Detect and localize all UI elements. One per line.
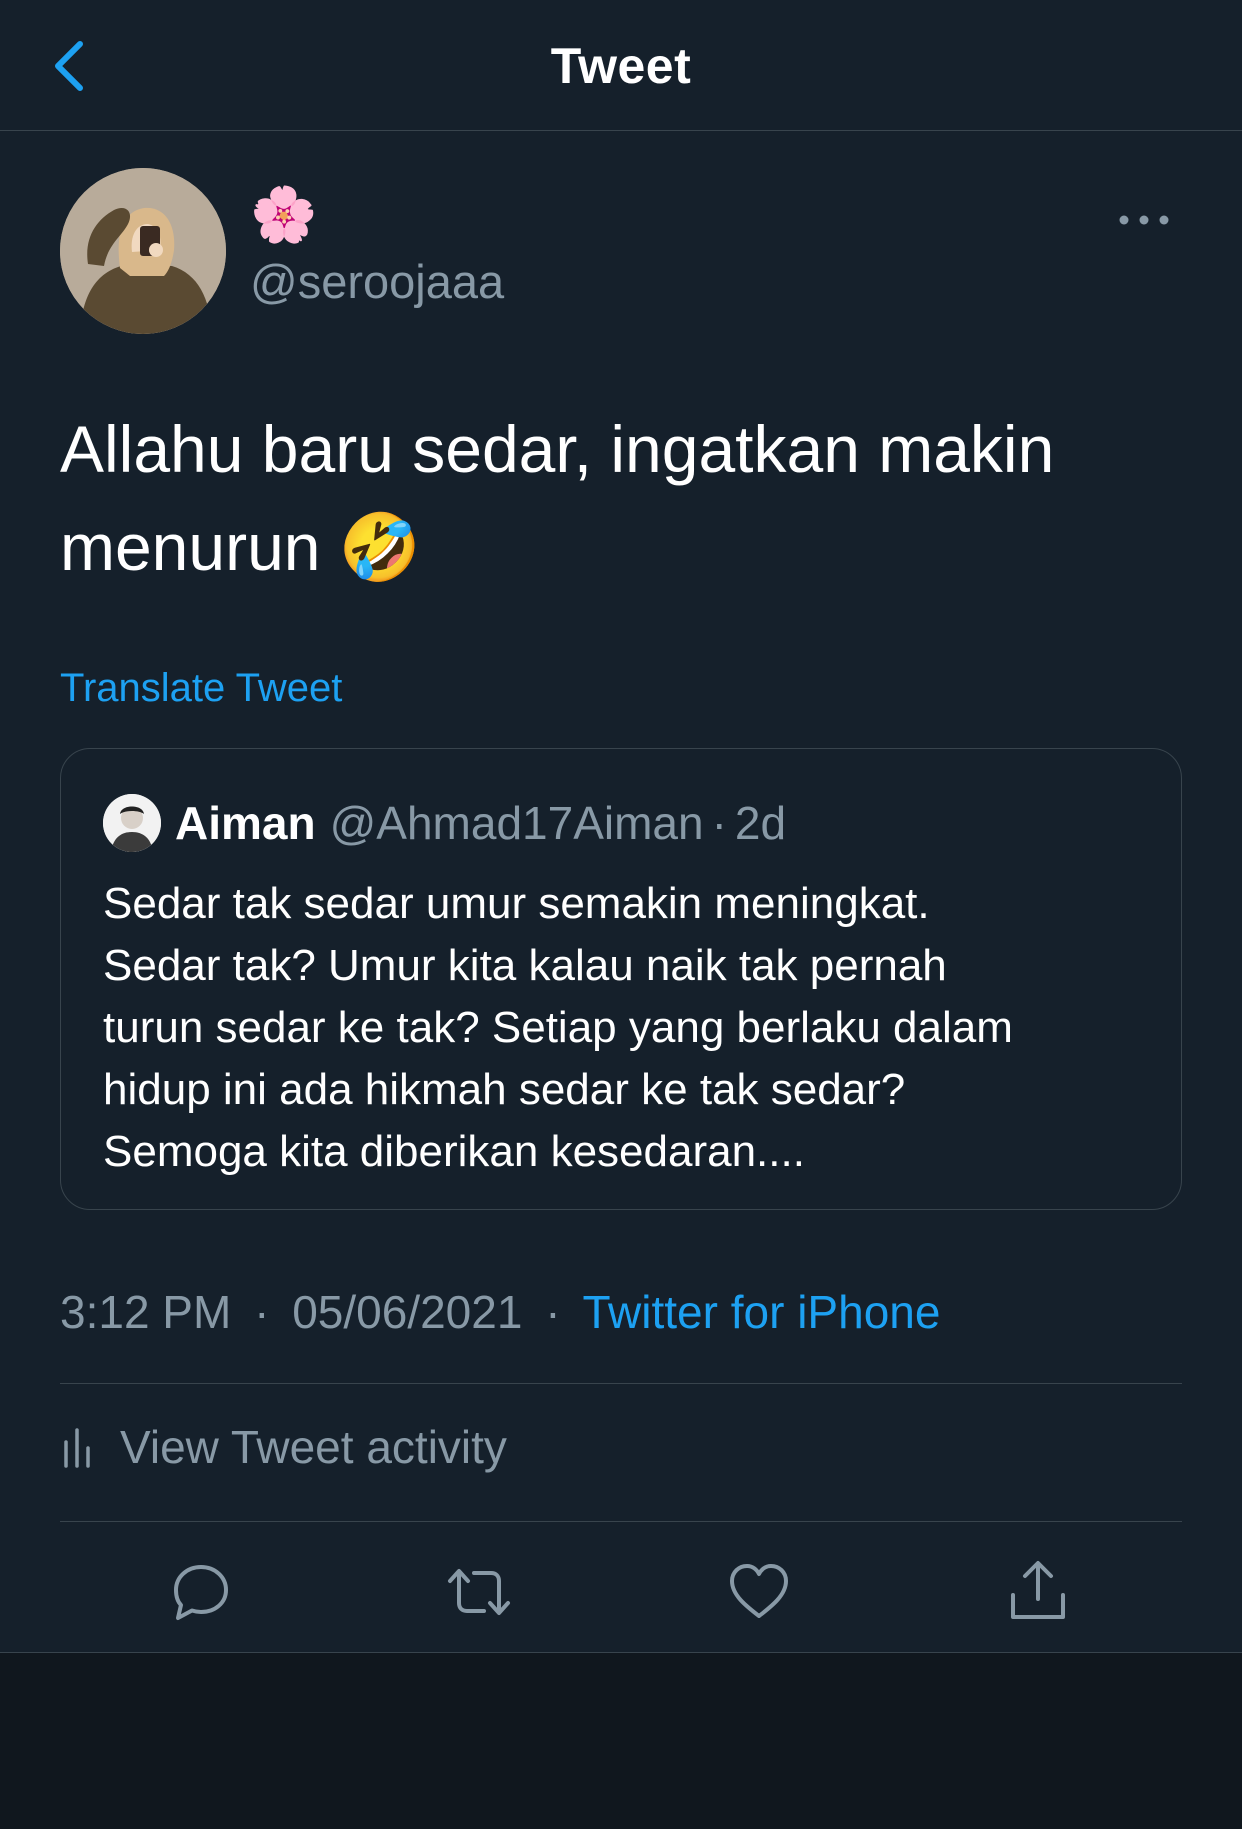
tweet-time: 3:12 PM (60, 1286, 232, 1338)
quoted-text-line: turun sedar ke tak? Setiap yang berlaku … (103, 1003, 1013, 1052)
tweet-meta: 3:12 PM · 05/06/2021 · Twitter for iPhon… (60, 1282, 940, 1342)
display-name[interactable]: 🌸 (250, 182, 317, 248)
bar-chart-icon (64, 1428, 90, 1468)
quoted-tweet-text: Sedar tak sedar umur semakin meningkat. … (103, 873, 1143, 1183)
reply-icon (174, 1565, 228, 1620)
reply-button[interactable] (168, 1559, 234, 1625)
quoted-author-name: Aiman (175, 797, 316, 849)
meta-separator: · (254, 1286, 270, 1338)
more-horizontal-icon (1119, 215, 1169, 225)
quoted-avatar-illustration-icon (103, 794, 161, 852)
avatar-illustration-icon (60, 168, 226, 334)
like-button[interactable] (726, 1559, 792, 1625)
quoted-timestamp: 2d (734, 797, 787, 849)
quoted-tweet-header: Aiman @Ahmad17Aiman · 2d (103, 793, 786, 853)
tweet-text-line: Allahu baru sedar, ingatkan makin (60, 412, 1055, 486)
tweet-source-link[interactable]: Twitter for iPhone (583, 1286, 941, 1338)
quoted-text-line: Semoga kita diberikan kesedaran.... (103, 1127, 805, 1176)
view-tweet-activity-button[interactable]: View Tweet activity (60, 1412, 507, 1482)
translate-tweet-link[interactable]: Translate Tweet (60, 662, 342, 714)
share-button[interactable] (1005, 1559, 1071, 1625)
quoted-author-handle: @Ahmad17Aiman (329, 797, 704, 849)
quoted-separator: · (711, 797, 727, 849)
navigation-header: Tweet (0, 0, 1242, 131)
retweet-icon (448, 1569, 510, 1615)
tweet-date: 05/06/2021 (292, 1286, 523, 1338)
avatar[interactable] (60, 168, 226, 334)
author-handle[interactable]: @seroojaaa (250, 252, 504, 312)
tweet-author: 🌸 @seroojaaa (60, 168, 1180, 338)
quoted-text-line: Sedar tak sedar umur semakin meningkat. (103, 879, 930, 928)
view-tweet-activity-label: View Tweet activity (120, 1421, 507, 1473)
divider (60, 1383, 1182, 1384)
like-icon (730, 1564, 788, 1618)
share-icon (1011, 1561, 1065, 1619)
tweet-text: Allahu baru sedar, ingatkan makin menuru… (60, 400, 1180, 596)
quoted-text-line: hidup ini ada hikmah sedar ke tak sedar? (103, 1065, 906, 1114)
action-bar (0, 1521, 1242, 1651)
tweet-text-line: menurun 🤣 (60, 510, 422, 584)
quoted-tweet-card[interactable]: Aiman @Ahmad17Aiman · 2d Sedar tak sedar… (60, 748, 1182, 1210)
bottom-area (0, 1652, 1242, 1829)
page-title: Tweet (550, 38, 692, 94)
retweet-button[interactable] (446, 1559, 512, 1625)
meta-separator: · (545, 1286, 561, 1338)
quoted-text-line: Sedar tak? Umur kita kalau naik tak pern… (103, 941, 947, 990)
more-options-button[interactable] (1112, 190, 1176, 250)
quoted-avatar (103, 794, 161, 852)
